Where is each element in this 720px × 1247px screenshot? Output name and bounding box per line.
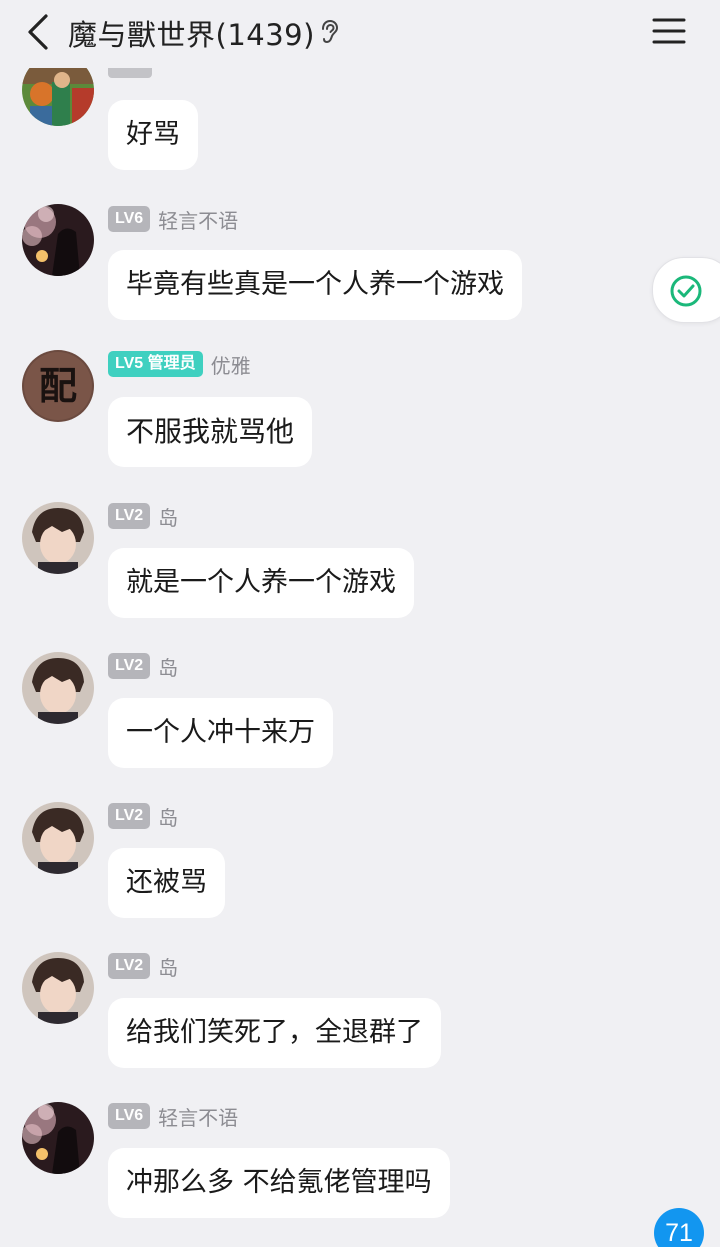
sender-name[interactable]: 岛 bbox=[158, 652, 178, 681]
check-circle-icon bbox=[670, 275, 702, 307]
message-bubble[interactable]: 还被骂 bbox=[108, 848, 225, 918]
sender-meta: LV6 轻言不语 bbox=[108, 1102, 238, 1130]
message-bubble[interactable]: 不服我就骂他 bbox=[108, 397, 313, 467]
level-badge: LV2 bbox=[108, 803, 151, 829]
avatar[interactable] bbox=[22, 502, 94, 574]
chat-screen: 魔与獸世界(1439) 好骂 LV6 轻言不语 毕竟有些真是一个人养一个游戏 配… bbox=[0, 0, 720, 1247]
sender-name[interactable]: 岛 bbox=[158, 952, 178, 981]
message-bubble[interactable]: 一个人冲十来万 bbox=[108, 698, 333, 768]
avatar[interactable] bbox=[22, 802, 94, 874]
message-bubble[interactable]: 给我们笑死了，全退群了 bbox=[108, 998, 441, 1068]
avatar[interactable] bbox=[22, 204, 94, 276]
level-badge: LV6 bbox=[108, 1103, 151, 1129]
message-bubble[interactable]: 好骂 bbox=[108, 100, 198, 170]
chevron-left-icon bbox=[28, 14, 48, 50]
sender-name[interactable]: 岛 bbox=[158, 802, 178, 831]
sender-name[interactable]: 优雅 bbox=[211, 350, 251, 379]
back-button[interactable] bbox=[22, 12, 58, 52]
avatar[interactable]: 配 bbox=[22, 350, 94, 422]
sender-name[interactable]: 轻言不语 bbox=[158, 205, 238, 234]
level-badge: LV2 bbox=[108, 653, 151, 679]
sender-meta: LV2 岛 bbox=[108, 502, 178, 530]
message-bubble[interactable]: 就是一个人养一个游戏 bbox=[108, 548, 414, 618]
hamburger-menu-icon bbox=[652, 18, 686, 44]
side-check-button[interactable] bbox=[652, 257, 720, 323]
avatar[interactable] bbox=[22, 952, 94, 1024]
sender-meta: LV2 岛 bbox=[108, 652, 178, 680]
sender-meta: LV6 轻言不语 bbox=[108, 205, 238, 233]
menu-button[interactable] bbox=[650, 14, 690, 50]
level-badge-admin: LV5 管理员 bbox=[108, 351, 203, 377]
unread-count-badge[interactable]: 71 bbox=[654, 1208, 704, 1247]
sender-name[interactable]: 轻言不语 bbox=[158, 1102, 238, 1131]
level-badge: LV6 bbox=[108, 206, 151, 232]
message-bubble[interactable]: 冲那么多 不给氪佬管理吗 bbox=[108, 1148, 450, 1218]
level-badge: LV2 bbox=[108, 953, 151, 979]
avatar-text: 配 bbox=[39, 363, 77, 408]
avatar[interactable] bbox=[22, 652, 94, 724]
avatar[interactable] bbox=[22, 1102, 94, 1174]
group-title[interactable]: 魔与獸世界(1439) bbox=[68, 12, 315, 54]
level-badge: LV2 bbox=[108, 503, 151, 529]
ear-icon[interactable] bbox=[318, 18, 342, 46]
message-bubble[interactable]: 毕竟有些真是一个人养一个游戏 bbox=[108, 250, 522, 320]
chat-header: 魔与獸世界(1439) bbox=[0, 0, 720, 68]
sender-meta: LV2 岛 bbox=[108, 952, 178, 980]
sender-name[interactable]: 岛 bbox=[158, 502, 178, 531]
sender-meta: LV2 岛 bbox=[108, 802, 178, 830]
sender-meta: LV5 管理员 优雅 bbox=[108, 350, 251, 378]
